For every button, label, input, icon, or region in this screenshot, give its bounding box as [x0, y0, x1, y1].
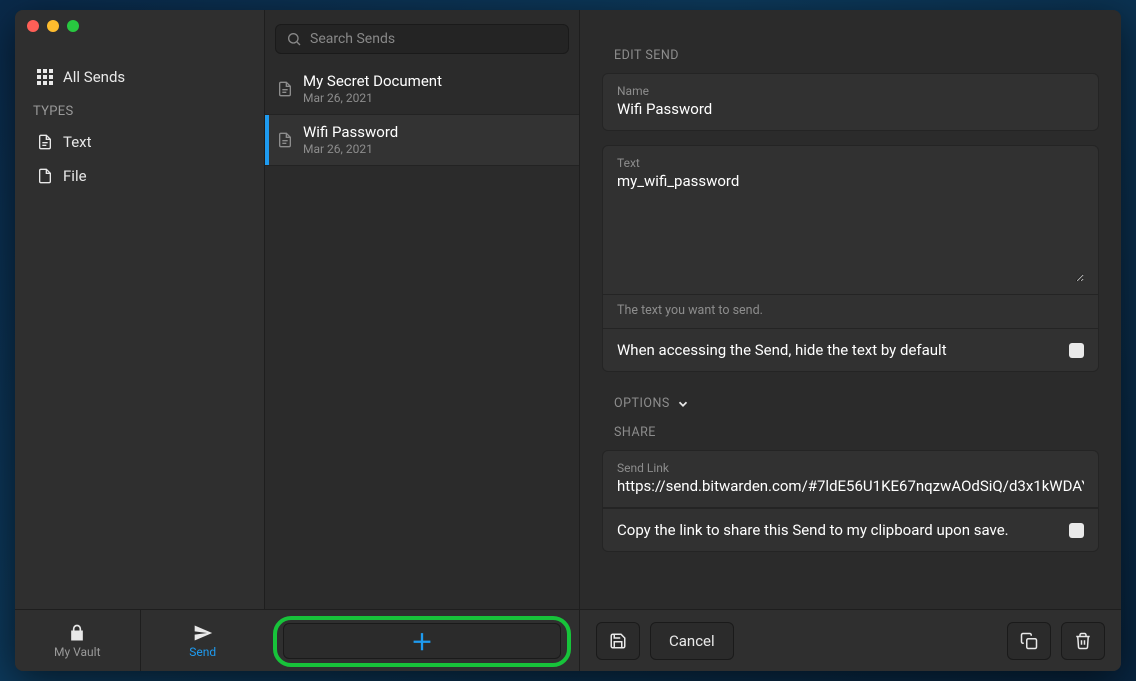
sidebar-item-label: All Sends: [63, 68, 125, 86]
nav-label: My Vault: [54, 645, 101, 659]
footer-nav: My Vault Send: [15, 610, 265, 671]
copy-on-save-row[interactable]: Copy the link to share this Send to my c…: [603, 508, 1098, 551]
share-link-field: Send Link https://send.bitwarden.com/#7l…: [603, 451, 1098, 508]
sidebar: All Sends TYPES Text File: [15, 10, 265, 609]
hide-text-checkbox-row[interactable]: When accessing the Send, hide the text b…: [603, 328, 1098, 371]
file-icon: [37, 168, 53, 184]
send-list-item[interactable]: My Secret Document Mar 26, 2021: [265, 64, 579, 115]
window-controls: [27, 20, 79, 32]
cancel-button[interactable]: Cancel: [650, 622, 734, 660]
send-icon: [193, 623, 213, 643]
footer: My Vault Send ＋: [15, 609, 1121, 671]
copy-icon: [1020, 632, 1038, 650]
sidebar-item-type-text[interactable]: Text: [15, 125, 264, 159]
lock-icon: [67, 623, 87, 643]
text-file-icon: [37, 134, 53, 150]
button-label: Cancel: [669, 632, 715, 650]
copy-link-button[interactable]: [1007, 622, 1051, 660]
add-send-button[interactable]: ＋: [283, 623, 561, 659]
plus-icon: ＋: [411, 625, 433, 657]
search-icon: [286, 31, 302, 47]
field-label: Name: [617, 84, 1084, 98]
minimize-window-icon[interactable]: [47, 20, 59, 32]
send-item-title: My Secret Document: [303, 72, 442, 91]
checkbox-label: When accessing the Send, hide the text b…: [617, 341, 947, 359]
copy-on-save-checkbox[interactable]: [1069, 523, 1084, 538]
text-field-card: Text my_wifi_password The text you want …: [602, 145, 1099, 372]
nav-label: Send: [189, 645, 216, 659]
text-file-icon: [277, 81, 293, 97]
app-window: All Sends TYPES Text File: [15, 10, 1121, 671]
edit-send-heading: EDIT SEND: [614, 48, 1099, 63]
sidebar-item-label: File: [63, 167, 87, 185]
sidebar-item-all-sends[interactable]: All Sends: [15, 60, 264, 94]
delete-button[interactable]: [1061, 622, 1105, 660]
text-input[interactable]: my_wifi_password: [617, 172, 1084, 282]
search-input[interactable]: [310, 31, 558, 47]
text-file-icon: [277, 132, 293, 148]
send-item-title: Wifi Password: [303, 123, 398, 142]
text-field[interactable]: Text my_wifi_password: [603, 146, 1098, 295]
zoom-window-icon[interactable]: [67, 20, 79, 32]
options-label: OPTIONS: [614, 396, 670, 411]
grid-icon: [37, 69, 53, 85]
sidebar-item-type-file[interactable]: File: [15, 159, 264, 193]
send-item-date: Mar 26, 2021: [303, 142, 398, 157]
send-item-date: Mar 26, 2021: [303, 91, 442, 106]
trash-icon: [1074, 632, 1092, 650]
send-list-item[interactable]: Wifi Password Mar 26, 2021: [265, 115, 579, 166]
footer-add-area: ＋: [265, 610, 580, 671]
name-input[interactable]: [617, 100, 1084, 118]
field-label: Send Link: [617, 461, 1084, 475]
name-field[interactable]: Name: [603, 74, 1098, 130]
send-list-column: My Secret Document Mar 26, 2021 Wifi Pas…: [265, 10, 580, 609]
chevron-down-icon: [676, 397, 690, 411]
checkbox-label: Copy the link to share this Send to my c…: [617, 521, 1009, 539]
sidebar-item-label: Text: [63, 133, 92, 151]
hide-text-checkbox[interactable]: [1069, 343, 1084, 358]
detail-pane: EDIT SEND Name Text my_wifi_password The…: [580, 10, 1121, 609]
share-heading: SHARE: [614, 425, 1099, 440]
name-field-card: Name: [602, 73, 1099, 131]
share-card: Send Link https://send.bitwarden.com/#7l…: [602, 450, 1099, 552]
sidebar-section-types: TYPES: [15, 94, 264, 125]
footer-actions: Cancel: [580, 622, 1121, 660]
text-helper: The text you want to send.: [603, 295, 1098, 328]
nav-my-vault[interactable]: My Vault: [15, 610, 141, 671]
save-button[interactable]: [596, 622, 640, 660]
field-label: Text: [617, 156, 1084, 170]
nav-send[interactable]: Send: [141, 610, 266, 671]
search-bar[interactable]: [275, 24, 569, 54]
options-toggle[interactable]: OPTIONS: [614, 396, 1099, 411]
save-icon: [609, 632, 627, 650]
close-window-icon[interactable]: [27, 20, 39, 32]
share-link-value[interactable]: https://send.bitwarden.com/#7ldE56U1KE67…: [617, 477, 1084, 495]
